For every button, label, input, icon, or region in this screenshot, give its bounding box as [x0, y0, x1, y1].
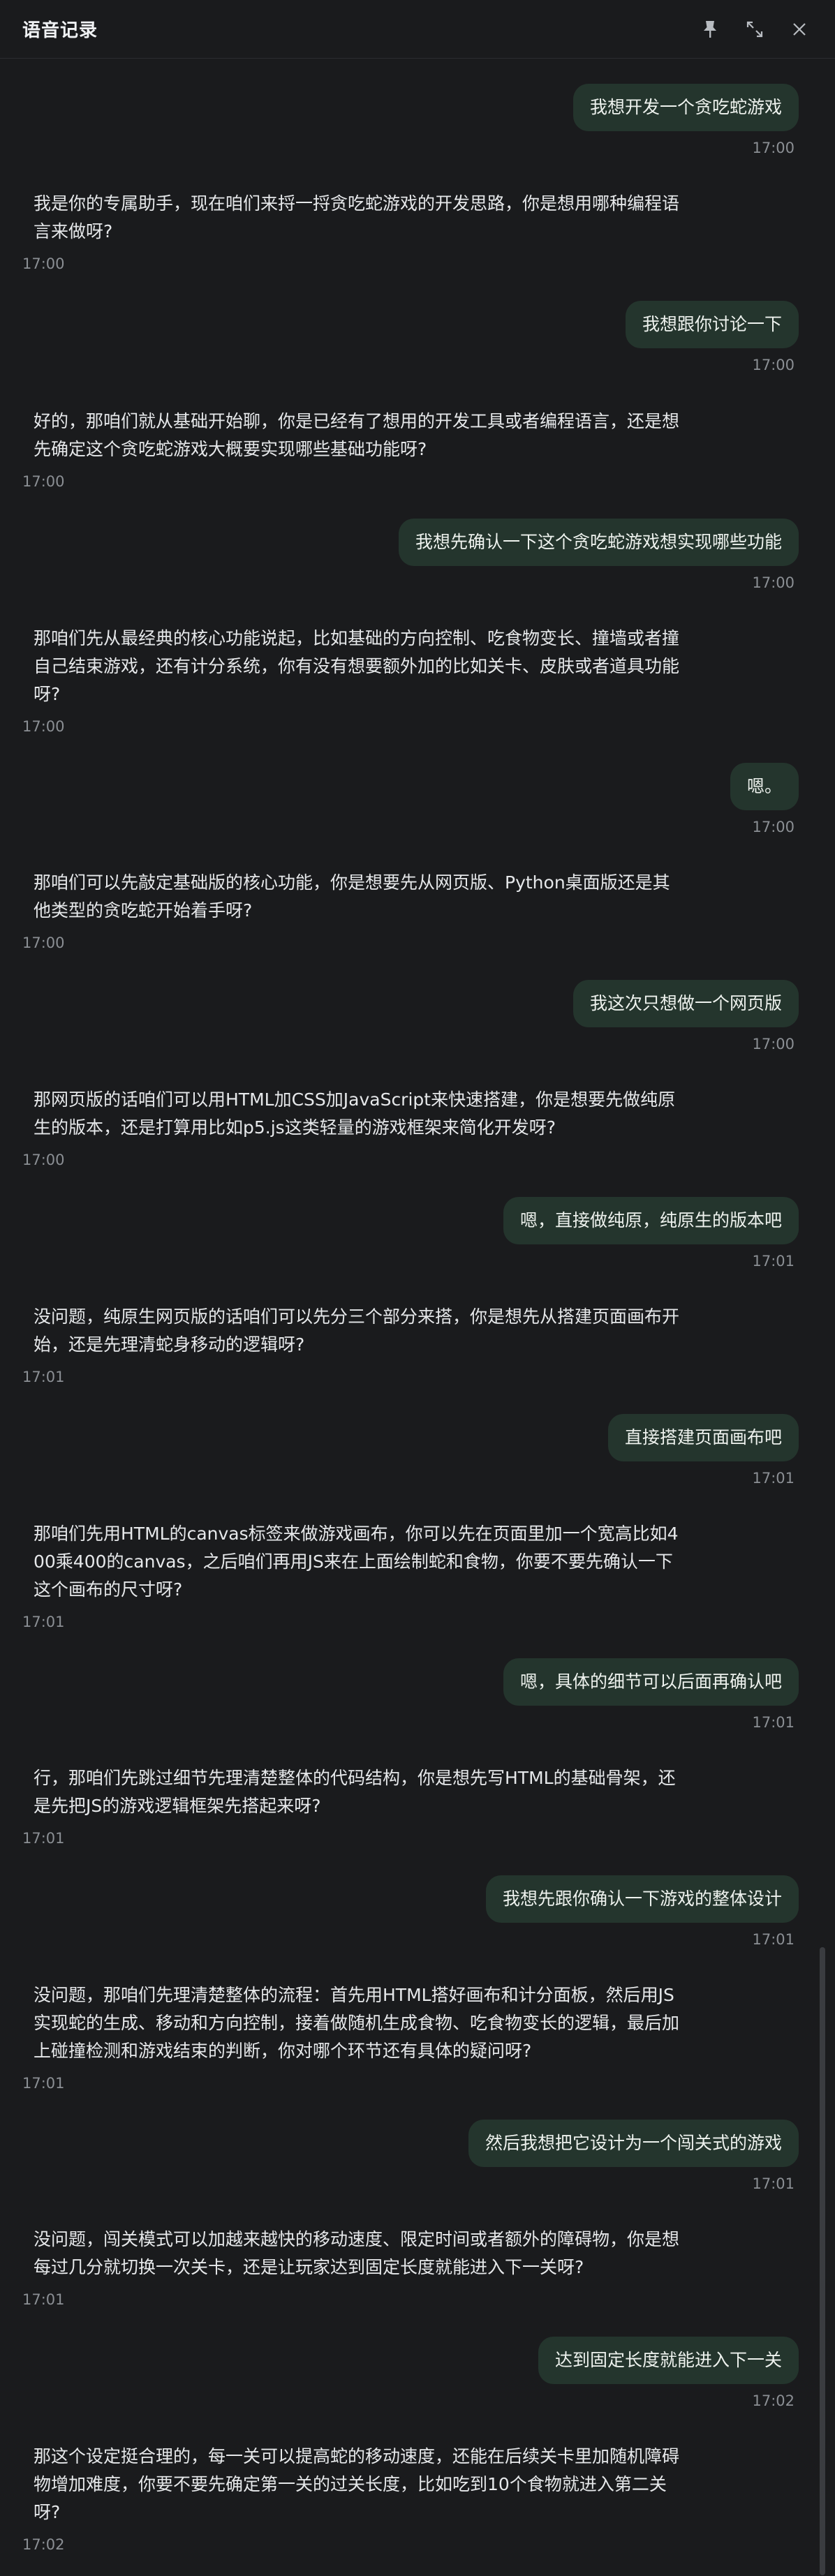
message-time: 17:00: [22, 473, 65, 490]
ai-message-text[interactable]: 行，那咱们先跳过细节先理清楚整体的代码结构，你是想先写HTML的基础骨架，还是先…: [22, 1764, 693, 1820]
user-message-bubble[interactable]: 直接搭建页面画布吧: [607, 1414, 799, 1461]
message-ai: 那网页版的话咱们可以用HTML加CSS加JavaScript来快速搭建，你是想要…: [22, 1086, 693, 1168]
message-ai: 行，那咱们先跳过细节先理清楚整体的代码结构，你是想先写HTML的基础骨架，还是先…: [22, 1764, 693, 1847]
message-time: 17:01: [752, 1931, 795, 1948]
ai-message-text[interactable]: 那咱们可以先敲定基础版的核心功能，你是想要先从网页版、Python桌面版还是其他…: [22, 869, 693, 925]
user-message-bubble[interactable]: 我这次只想做一个网页版: [572, 980, 799, 1027]
message-user: 我想先确认一下这个贪吃蛇游戏想实现哪些功能 17:00: [398, 519, 799, 591]
message-ai: 好的，那咱们就从基础开始聊，你是已经有了想用的开发工具或者编程语言，还是想先确定…: [22, 408, 693, 490]
chat-area[interactable]: 我想开发一个贪吃蛇游戏 17:00 我是你的专属助手，现在咱们来捋一捋贪吃蛇游戏…: [0, 59, 820, 2576]
message-user: 我这次只想做一个网页版 17:00: [572, 980, 799, 1052]
message-time: 17:02: [22, 2536, 65, 2553]
message-time: 17:01: [752, 1470, 795, 1487]
ai-message-text[interactable]: 那咱们先从最经典的核心功能说起，比如基础的方向控制、吃食物变长、撞墙或者撞自己结…: [22, 625, 693, 708]
title-bar: 语音记录: [0, 0, 835, 59]
user-message-bubble[interactable]: 嗯，具体的细节可以后面再确认吧: [503, 1658, 799, 1706]
message-time: 17:01: [752, 1714, 795, 1731]
message-time: 17:01: [22, 1830, 65, 1847]
ai-message-text[interactable]: 我是你的专属助手，现在咱们来捋一捋贪吃蛇游戏的开发思路，你是想用哪种编程语言来做…: [22, 190, 693, 246]
user-message-bubble[interactable]: 嗯，直接做纯原，纯原生的版本吧: [503, 1197, 799, 1244]
message-user: 直接搭建页面画布吧 17:01: [607, 1414, 799, 1487]
message-user: 我想先跟你确认一下游戏的整体设计 17:01: [485, 1875, 799, 1948]
message-time: 17:01: [22, 1614, 65, 1630]
pin-button[interactable]: [698, 17, 722, 41]
message-time: 17:02: [752, 2392, 795, 2409]
message-time: 17:00: [22, 718, 65, 735]
ai-message-text[interactable]: 那网页版的话咱们可以用HTML加CSS加JavaScript来快速搭建，你是想要…: [22, 1086, 693, 1142]
message-ai: 那这个设定挺合理的，每一关可以提高蛇的移动速度，还能在后续关卡里加随机障碍物增加…: [22, 2443, 693, 2553]
message-time: 17:01: [22, 2291, 65, 2308]
user-message-bubble[interactable]: 然后我想把它设计为一个闯关式的游戏: [468, 2120, 799, 2167]
message-time: 17:00: [752, 1036, 795, 1052]
message-time: 17:01: [752, 1253, 795, 1270]
user-message-bubble[interactable]: 达到固定长度就能进入下一关: [538, 2337, 799, 2384]
user-message-bubble[interactable]: 我想先跟你确认一下游戏的整体设计: [485, 1875, 799, 1923]
message-user: 达到固定长度就能进入下一关 17:02: [538, 2337, 799, 2409]
message-time: 17:00: [22, 1152, 65, 1168]
user-message-bubble[interactable]: 我想跟你讨论一下: [625, 301, 799, 348]
ai-message-text[interactable]: 那这个设定挺合理的，每一关可以提高蛇的移动速度，还能在后续关卡里加随机障碍物增加…: [22, 2443, 693, 2526]
ai-message-text[interactable]: 那咱们先用HTML的canvas标签来做游戏画布，你可以先在页面里加一个宽高比如…: [22, 1520, 693, 1604]
message-ai: 那咱们可以先敲定基础版的核心功能，你是想要先从网页版、Python桌面版还是其他…: [22, 869, 693, 951]
message-time: 17:01: [752, 2175, 795, 2192]
ai-message-text[interactable]: 没问题，纯原生网页版的话咱们可以先分三个部分来搭，你是想先从搭建页面画布开始，还…: [22, 1303, 693, 1359]
expand-button[interactable]: [743, 17, 767, 41]
message-time: 17:00: [752, 357, 795, 373]
title-actions: [698, 17, 811, 41]
message-user: 嗯，直接做纯原，纯原生的版本吧 17:01: [503, 1197, 799, 1270]
message-ai: 那咱们先从最经典的核心功能说起，比如基础的方向控制、吃食物变长、撞墙或者撞自己结…: [22, 625, 693, 735]
message-user: 我想开发一个贪吃蛇游戏 17:00: [572, 84, 799, 156]
message-user: 嗯。 17:00: [730, 763, 799, 835]
message-ai: 没问题，闯关模式可以加越来越快的移动速度、限定时间或者额外的障碍物，你是想每过几…: [22, 2226, 693, 2308]
ai-message-text[interactable]: 没问题，闯关模式可以加越来越快的移动速度、限定时间或者额外的障碍物，你是想每过几…: [22, 2226, 693, 2281]
message-user: 然后我想把它设计为一个闯关式的游戏 17:01: [468, 2120, 799, 2192]
message-time: 17:00: [22, 935, 65, 951]
close-icon: [793, 22, 806, 36]
close-button[interactable]: [788, 17, 811, 41]
message-time: 17:00: [752, 574, 795, 591]
message-ai: 没问题，那咱们先理清楚整体的流程：首先用HTML搭好画布和计分面板，然后用JS实…: [22, 1981, 693, 2092]
message-time: 17:00: [752, 819, 795, 835]
ai-message-text[interactable]: 好的，那咱们就从基础开始聊，你是已经有了想用的开发工具或者编程语言，还是想先确定…: [22, 408, 693, 463]
message-ai: 我是你的专属助手，现在咱们来捋一捋贪吃蛇游戏的开发思路，你是想用哪种编程语言来做…: [22, 190, 693, 272]
user-message-bubble[interactable]: 嗯。: [730, 763, 799, 810]
message-ai: 没问题，纯原生网页版的话咱们可以先分三个部分来搭，你是想先从搭建页面画布开始，还…: [22, 1303, 693, 1385]
message-ai: 那咱们先用HTML的canvas标签来做游戏画布，你可以先在页面里加一个宽高比如…: [22, 1520, 693, 1630]
pin-icon: [704, 20, 716, 38]
message-time: 17:01: [22, 2075, 65, 2092]
voice-record-window: 语音记录 我想开发一个贪吃蛇游戏 17:00 我是你的专属助手，现在咱们来捋一捋…: [0, 0, 835, 2576]
message-time: 17:01: [22, 1369, 65, 1385]
scrollbar-thumb[interactable]: [820, 1947, 825, 2575]
user-message-bubble[interactable]: 我想开发一个贪吃蛇游戏: [572, 84, 799, 131]
message-time: 17:00: [752, 140, 795, 156]
ai-message-text[interactable]: 没问题，那咱们先理清楚整体的流程：首先用HTML搭好画布和计分面板，然后用JS实…: [22, 1981, 693, 2065]
expand-icon: [746, 21, 763, 37]
user-message-bubble[interactable]: 我想先确认一下这个贪吃蛇游戏想实现哪些功能: [398, 519, 799, 566]
message-user: 我想跟你讨论一下 17:00: [625, 301, 799, 373]
message-user: 嗯，具体的细节可以后面再确认吧 17:01: [503, 1658, 799, 1731]
message-time: 17:00: [22, 255, 65, 272]
window-title: 语音记录: [22, 20, 98, 41]
